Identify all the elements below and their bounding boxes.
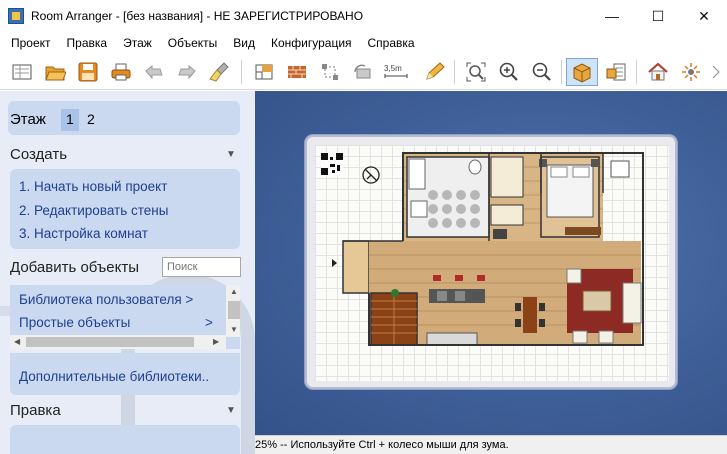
- add-objects-title: Добавить объекты: [10, 259, 139, 276]
- close-button[interactable]: ✕: [681, 0, 727, 32]
- edit-section-title[interactable]: Правка: [10, 402, 61, 419]
- toolbar-separator: [454, 60, 455, 84]
- floor-settings-icon[interactable]: [250, 58, 278, 86]
- more-libraries-link[interactable]: Дополнительные библиотеки..: [19, 369, 209, 384]
- menu-project[interactable]: Проект: [3, 32, 59, 54]
- edit-panel: [10, 425, 240, 454]
- toolbar-separator: [636, 60, 637, 84]
- maximize-button[interactable]: ☐: [635, 0, 681, 32]
- measure-icon[interactable]: 3,5m: [382, 58, 410, 86]
- plant: [391, 289, 399, 297]
- print-icon[interactable]: [107, 58, 135, 86]
- room-settings-link[interactable]: 3. Настройка комнат: [19, 226, 148, 241]
- floor-label: Этаж: [10, 111, 46, 128]
- library-horizontal-scrollbar[interactable]: ◀ ▶: [10, 335, 226, 349]
- new-project-icon[interactable]: [8, 58, 36, 86]
- canvas-area[interactable]: [255, 91, 727, 435]
- collapse-edit-icon[interactable]: ▼: [226, 405, 236, 416]
- wardrobe: [490, 204, 524, 226]
- armchair: [572, 330, 588, 344]
- qr-code-icon: [321, 153, 343, 175]
- menu-view[interactable]: Вид: [225, 32, 263, 54]
- sofa: [622, 282, 642, 324]
- floor-plan-frame: [305, 135, 677, 389]
- resize-icon[interactable]: [316, 58, 344, 86]
- menu-objects[interactable]: Объекты: [160, 32, 226, 54]
- toolbar-separator: [561, 60, 562, 84]
- collapse-create-icon[interactable]: ▼: [226, 149, 236, 160]
- open-icon[interactable]: [41, 58, 69, 86]
- dresser: [565, 227, 601, 235]
- floor-plan-sheet[interactable]: [315, 145, 669, 381]
- effects-icon[interactable]: [677, 58, 705, 86]
- object-list-icon[interactable]: [602, 58, 630, 86]
- library-vertical-scrollbar[interactable]: ▲ ▼: [226, 285, 240, 337]
- more-tools-icon[interactable]: [709, 58, 727, 86]
- title-bar: Room Arranger - [без названия] - НЕ ЗАРЕ…: [0, 0, 727, 32]
- entry-hall: [342, 240, 370, 294]
- simple-objects-arrow[interactable]: >: [205, 315, 213, 330]
- window-title: Room Arranger - [без названия] - НЕ ЗАРЕ…: [31, 9, 364, 23]
- bathtub: [408, 158, 426, 190]
- save-icon[interactable]: [74, 58, 102, 86]
- 3d-view-icon[interactable]: [566, 58, 598, 86]
- menu-help[interactable]: Справка: [360, 32, 423, 54]
- zoom-in-icon[interactable]: [495, 58, 523, 86]
- edit-walls-link[interactable]: 2. Редактировать стены: [19, 203, 168, 218]
- new-project-link[interactable]: 1. Начать новый проект: [19, 179, 167, 194]
- entrance-arrow-icon: [332, 259, 337, 267]
- coffee-table: [582, 290, 612, 312]
- dining-table: [523, 297, 537, 333]
- zoom-out-icon[interactable]: [528, 58, 556, 86]
- scroll-left-arrow[interactable]: ◀: [14, 337, 20, 346]
- library-list: Библиотека пользователя > Простые объект…: [10, 285, 240, 349]
- kitchen-counter: [426, 332, 478, 346]
- svg-text:3,5m: 3,5m: [384, 64, 402, 73]
- desk-chair: [493, 229, 507, 239]
- app-icon: [8, 8, 24, 24]
- menu-edit[interactable]: Правка: [59, 32, 116, 54]
- horizontal-scroll-thumb[interactable]: [26, 337, 194, 347]
- rotate-icon[interactable]: [349, 58, 377, 86]
- floor-tab-1[interactable]: 1: [61, 109, 79, 131]
- scroll-down-arrow[interactable]: ▼: [230, 325, 238, 334]
- scroll-right-arrow[interactable]: ▶: [213, 337, 219, 346]
- minimize-button[interactable]: —: [589, 0, 635, 32]
- simple-objects-item[interactable]: Простые объекты: [19, 315, 130, 330]
- floor-plan[interactable]: [315, 145, 669, 381]
- zoom-fit-icon[interactable]: [462, 58, 490, 86]
- status-text: 25% -- Используйте Ctrl + колесо мыши дл…: [255, 439, 509, 451]
- menu-bar: Проект Правка Этаж Объекты Вид Конфигура…: [0, 32, 727, 54]
- wall-icon[interactable]: [283, 58, 311, 86]
- shower: [410, 200, 428, 218]
- status-bar: 25% -- Используйте Ctrl + колесо мыши дл…: [255, 435, 727, 454]
- undo-icon[interactable]: [140, 58, 168, 86]
- create-section-title[interactable]: Создать: [10, 146, 67, 163]
- redo-icon[interactable]: [173, 58, 201, 86]
- toolbar-separator: [241, 60, 242, 84]
- house-icon[interactable]: [644, 58, 672, 86]
- menu-configuration[interactable]: Конфигурация: [263, 32, 360, 54]
- clear-icon[interactable]: [206, 58, 234, 86]
- compass-icon: [362, 166, 380, 184]
- scroll-up-arrow[interactable]: ▲: [230, 287, 238, 296]
- toolbar: 3,5m: [0, 54, 727, 90]
- vertical-scroll-thumb[interactable]: [228, 301, 240, 319]
- floor-tab-2[interactable]: 2: [82, 109, 100, 131]
- user-library-item[interactable]: Библиотека пользователя >: [19, 292, 193, 307]
- search-input[interactable]: [162, 257, 241, 277]
- toilet: [468, 159, 482, 175]
- cabinet: [490, 156, 524, 198]
- draw-icon[interactable]: [420, 58, 448, 86]
- sidebar: Этаж 1 2 Создать ▼ 1. Начать новый проек…: [0, 91, 255, 454]
- menu-floor[interactable]: Этаж: [115, 32, 160, 54]
- armchair: [598, 330, 614, 344]
- armchair: [610, 160, 630, 178]
